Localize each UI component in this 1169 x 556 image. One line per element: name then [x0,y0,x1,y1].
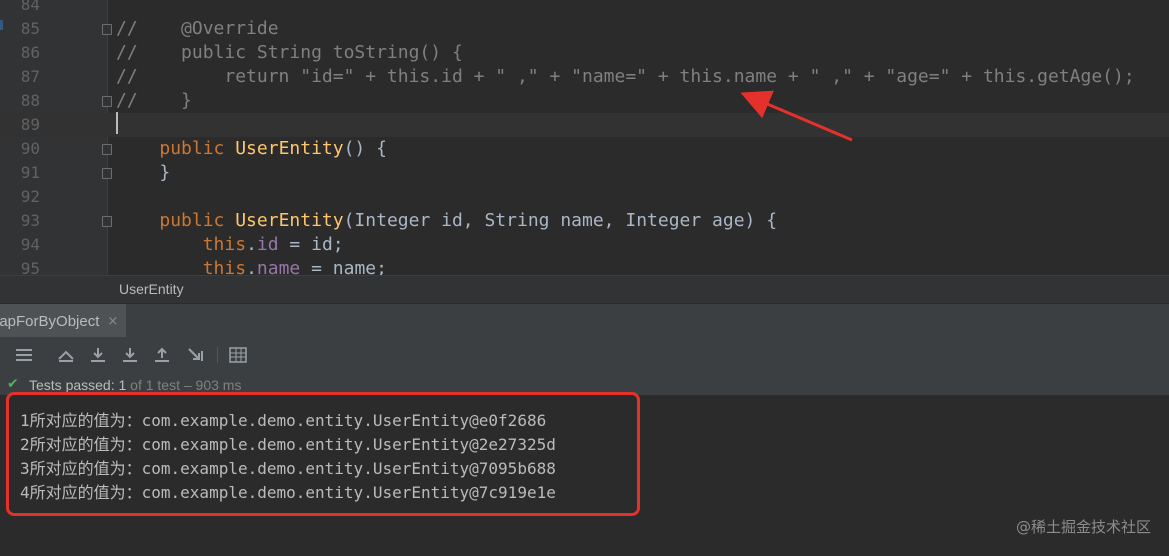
test-status-text: Tests passed: 1 of 1 test – 903 ms [29,377,241,393]
table-icon[interactable] [228,345,248,365]
list-icon[interactable] [14,345,34,365]
export-down-icon[interactable] [120,345,140,365]
test-status-meta: of 1 test – 903 ms [126,377,242,393]
breadcrumb[interactable]: UserEntity [0,275,1169,304]
run-tab[interactable]: lapForByObject × [0,304,127,338]
run-tab-bar: lapForByObject × [0,303,1169,339]
run-toolbar [0,337,1169,373]
annotation-highlight-box [6,392,640,516]
watermark: @稀土掘金技术社区 [1015,518,1151,536]
rerun-icon[interactable] [56,345,76,365]
check-icon: ✔ [7,376,19,392]
export-up-icon[interactable] [152,345,172,365]
run-tab-label: lapForByObject [0,312,100,330]
toolbar-separator [217,347,218,363]
import-icon[interactable] [88,345,108,365]
close-icon[interactable]: × [107,314,118,329]
breadcrumb-item[interactable]: UserEntity [119,281,184,297]
sort-icon[interactable] [186,345,206,365]
test-status-label: Tests passed: 1 [29,377,127,393]
